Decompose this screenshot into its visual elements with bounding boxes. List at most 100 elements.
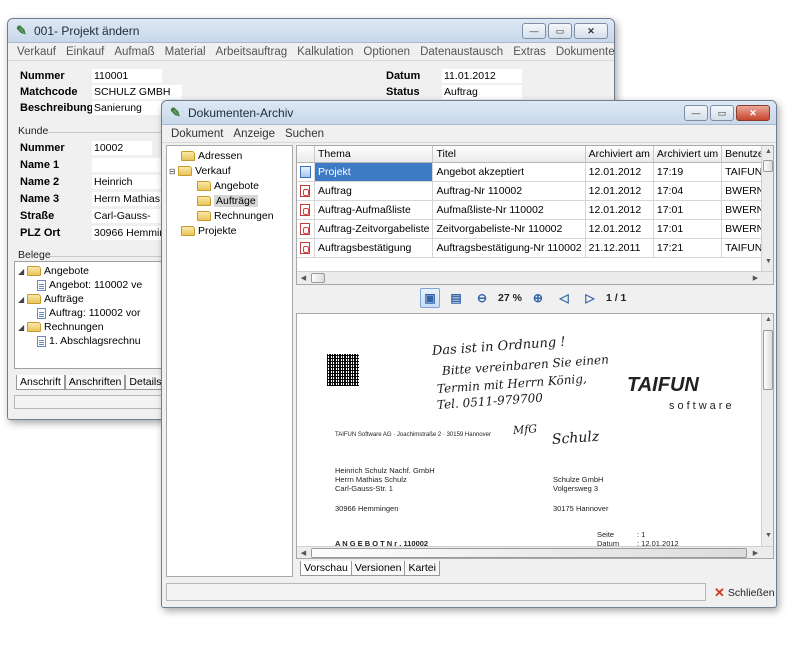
belege-item-rechnung-doc[interactable]: 1. Abschlagsrechnu xyxy=(37,335,141,347)
minimize-button[interactable]: — xyxy=(684,104,708,121)
grid-vertical-scrollbar[interactable]: ▲ ▼ xyxy=(761,146,773,272)
pdf-icon xyxy=(300,241,310,254)
archive-window-titlebar[interactable]: ✎ Dokumenten-Archiv — ▭ ✕ xyxy=(162,101,776,125)
schliessen-button[interactable]: ✕ Schließen xyxy=(714,585,775,601)
menu-extras[interactable]: Extras xyxy=(508,46,551,58)
tree-item-adressen[interactable]: Adressen xyxy=(181,150,242,162)
tab-anschrift[interactable]: Anschrift xyxy=(16,375,65,390)
row-type-icon xyxy=(297,219,315,239)
fit-width-icon[interactable]: ▤ xyxy=(446,288,466,308)
tab-vorschau[interactable]: Vorschau xyxy=(300,561,352,576)
scroll-left-icon[interactable]: ◀ xyxy=(297,549,310,557)
tree-item-auftraege[interactable]: Aufträge xyxy=(197,195,258,207)
strasse-field[interactable]: Carl-Gauss-Str. xyxy=(92,209,166,223)
minimize-button[interactable]: — xyxy=(522,22,546,39)
archive-statusbar xyxy=(166,583,706,601)
tab-anschriften[interactable]: Anschriften xyxy=(64,375,126,390)
datum-field[interactable]: 11.01.2012 xyxy=(442,69,522,83)
fit-page-icon[interactable]: ▣ xyxy=(420,288,440,308)
menu-suchen[interactable]: Suchen xyxy=(280,128,329,140)
menu-material[interactable]: Material xyxy=(160,46,211,58)
document-preview[interactable]: Das ist in Ordnung ! Bitte vereinbaren S… xyxy=(296,313,774,559)
scroll-down-icon[interactable]: ▼ xyxy=(762,258,773,265)
menu-einkauf[interactable]: Einkauf xyxy=(61,46,109,58)
archive-category-tree[interactable]: Adressen ⊟ Verkauf Angebote Aufträge Rech… xyxy=(166,145,293,577)
project-window-titlebar[interactable]: ✎ 001- Projekt ändern — ▭ ✕ xyxy=(8,19,614,43)
expand-icon[interactable]: ◢ xyxy=(18,295,27,304)
table-row[interactable]: Auftrag-Aufmaßliste Aufmaßliste-Nr 11000… xyxy=(297,200,773,220)
col-icon[interactable] xyxy=(297,146,315,163)
matchcode-field[interactable]: SCHULZ GMBH xyxy=(92,85,182,99)
belege-item-auftraege[interactable]: ◢ Aufträge xyxy=(18,293,84,305)
seite-label: Seite xyxy=(597,530,615,539)
archive-window-title: Dokumenten-Archiv xyxy=(188,105,294,120)
next-page-icon[interactable]: ▷ xyxy=(580,288,600,308)
tree-item-projekte[interactable]: Projekte xyxy=(181,225,237,237)
expand-icon[interactable]: ◢ xyxy=(18,267,27,276)
sender-line: TAIFUN Software AG · Joachimstraße 2 · 3… xyxy=(335,432,491,438)
tree-item-rechnungen[interactable]: Rechnungen xyxy=(197,210,274,222)
col-archiviert-um[interactable]: Archiviert um xyxy=(653,146,723,163)
zoom-out-icon[interactable]: ⊖ xyxy=(472,288,492,308)
name3-field[interactable]: Herrn Mathias S xyxy=(92,192,166,206)
scroll-left-icon[interactable]: ◀ xyxy=(297,274,310,282)
menu-verkauf[interactable]: Verkauf xyxy=(12,46,61,58)
tab-versionen[interactable]: Versionen xyxy=(350,561,406,576)
menu-aufmass[interactable]: Aufmaß xyxy=(109,46,159,58)
preview-horizontal-scrollbar[interactable]: ◀ ▶ xyxy=(297,546,773,558)
scroll-down-icon[interactable]: ▼ xyxy=(762,532,773,539)
preview-vscroll-thumb[interactable] xyxy=(763,330,773,390)
col-thema[interactable]: Thema xyxy=(314,146,434,163)
belege-item-auftrag-doc[interactable]: Auftrag: 110002 vor xyxy=(37,307,140,319)
table-row[interactable]: Auftrag Auftrag-Nr 110002 12.01.2012 17:… xyxy=(297,181,773,201)
belege-item-rechnungen[interactable]: ◢ Rechnungen xyxy=(18,321,104,333)
menu-optionen[interactable]: Optionen xyxy=(358,46,415,58)
scroll-right-icon[interactable]: ▶ xyxy=(749,549,762,557)
previous-page-icon[interactable]: ◁ xyxy=(554,288,574,308)
maximize-button[interactable]: ▭ xyxy=(548,22,572,39)
belege-item-angebot-doc[interactable]: Angebot: 110002 ve xyxy=(37,279,142,291)
col-titel[interactable]: Titel xyxy=(432,146,586,163)
grid-hscroll-thumb[interactable] xyxy=(311,273,325,283)
preview-vertical-scrollbar[interactable]: ▲ ▼ xyxy=(761,314,773,546)
plzort-field[interactable]: 30966 Hemmin xyxy=(92,226,166,240)
expand-icon[interactable]: ◢ xyxy=(18,323,27,332)
menu-datenaustausch[interactable]: Datenaustausch xyxy=(415,46,508,58)
menu-arbeitsauftrag[interactable]: Arbeitsauftrag xyxy=(211,46,293,58)
close-button[interactable]: ✕ xyxy=(736,104,770,121)
name1-field[interactable] xyxy=(92,158,166,172)
belege-item-angebote[interactable]: ◢ Angebote xyxy=(18,265,89,277)
menu-dokument[interactable]: Dokument xyxy=(166,128,228,140)
menu-anzeige[interactable]: Anzeige xyxy=(228,128,280,140)
close-button[interactable]: ✕ xyxy=(574,22,608,39)
status-field[interactable]: Auftrag xyxy=(442,85,522,99)
belege-tree[interactable]: ◢ Angebote Angebot: 110002 ve ◢ Aufträge A… xyxy=(14,261,174,369)
tab-kartei[interactable]: Kartei xyxy=(404,561,440,576)
tree-item-verkauf[interactable]: ⊟ Verkauf xyxy=(169,165,231,177)
beschreibung-field[interactable]: Sanierung xyxy=(92,101,162,115)
name2-field[interactable]: Heinrich Schulz xyxy=(92,175,166,189)
scroll-up-icon[interactable]: ▲ xyxy=(762,316,773,323)
zoom-in-icon[interactable]: ⊕ xyxy=(528,288,548,308)
menu-kalkulation[interactable]: Kalkulation xyxy=(292,46,358,58)
grid-vscroll-thumb[interactable] xyxy=(763,160,773,172)
table-row[interactable]: Auftrag-Zeitvorgabeliste Zeitvorgabelist… xyxy=(297,219,773,239)
recipient-line-3: Carl-Gauss-Str. 1 xyxy=(335,484,393,493)
table-row[interactable]: Auftragsbestätigung Auftragsbestätigung-… xyxy=(297,238,773,258)
nummer-field[interactable]: 110001 xyxy=(92,69,162,83)
kunde-nummer-field[interactable]: 10002 xyxy=(92,141,152,155)
strasse-label: Straße xyxy=(20,210,55,222)
menu-dokumente[interactable]: Dokumente xyxy=(551,46,614,58)
scroll-up-icon[interactable]: ▲ xyxy=(762,148,773,155)
tab-details[interactable]: Details xyxy=(125,375,166,390)
table-row[interactable]: Projekt Angebot akzeptiert 12.01.2012 17… xyxy=(297,162,773,182)
seite-value: : 1 xyxy=(637,530,646,539)
grid-horizontal-scrollbar[interactable]: ◀ ▶ xyxy=(297,271,773,284)
scroll-right-icon[interactable]: ▶ xyxy=(749,274,762,282)
collapse-icon[interactable]: ⊟ xyxy=(169,167,178,176)
col-archiviert-am[interactable]: Archiviert am xyxy=(585,146,654,163)
preview-hscroll-thumb[interactable] xyxy=(311,548,747,558)
tree-item-angebote[interactable]: Angebote xyxy=(197,180,259,192)
schliessen-label: Schließen xyxy=(727,587,775,599)
maximize-button[interactable]: ▭ xyxy=(710,104,734,121)
